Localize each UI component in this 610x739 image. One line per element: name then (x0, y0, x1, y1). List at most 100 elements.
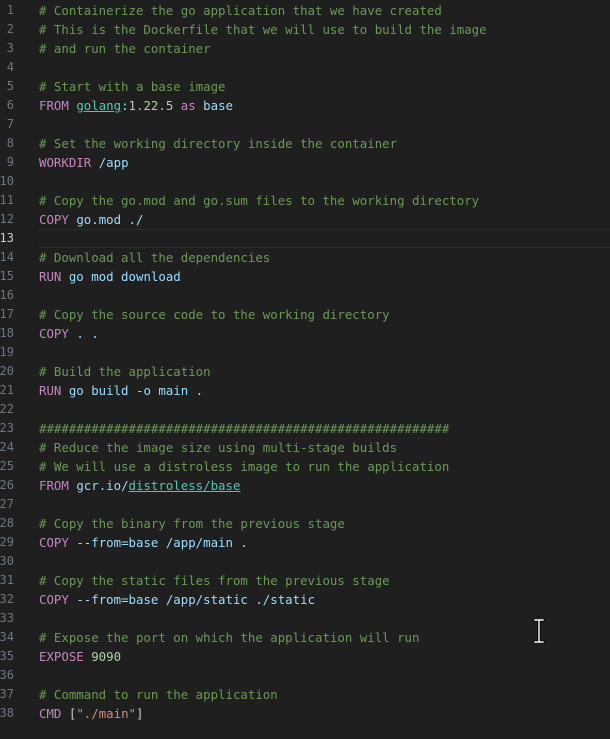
code-token: # Containerize the go application that w… (39, 3, 442, 18)
code-line[interactable]: FROM golang:1.22.5 as base (39, 96, 610, 115)
code-token: COPY (39, 592, 77, 607)
line-number: 4 (6, 60, 14, 74)
line-number: 13 (0, 231, 14, 245)
code-line[interactable] (39, 609, 610, 628)
code-token: . . (76, 326, 99, 341)
code-line[interactable]: # Containerize the go application that w… (39, 1, 610, 20)
code-line[interactable]: COPY . . (39, 324, 610, 343)
code-line[interactable]: # Copy the go.mod and go.sum files to th… (39, 191, 610, 210)
code-token: # Copy the static files from the previou… (39, 573, 390, 588)
line-number: 38 (0, 706, 14, 720)
code-line[interactable]: COPY --from=base /app/static ./static (39, 590, 610, 609)
line-number: 12 (0, 212, 14, 226)
code-token: FROM (39, 478, 77, 493)
line-number: 3 (6, 41, 14, 55)
code-line[interactable]: EXPOSE 9090 (39, 647, 610, 666)
code-token: go mod download (68, 269, 181, 284)
line-number: 7 (6, 117, 14, 131)
code-token: # Start with a base image (39, 79, 226, 94)
code-line[interactable] (39, 343, 610, 362)
code-line[interactable] (39, 400, 610, 419)
code-line[interactable]: # Command to run the application (39, 685, 610, 704)
line-number: 18 (0, 326, 14, 340)
code-line[interactable]: # This is the Dockerfile that we will us… (39, 20, 610, 39)
code-line[interactable]: # Start with a base image (39, 77, 610, 96)
code-line[interactable]: # Set the working directory inside the c… (39, 134, 610, 153)
line-number: 30 (0, 554, 14, 568)
code-line[interactable]: CMD ["./main"] (39, 704, 610, 723)
line-number: 16 (0, 288, 14, 302)
code-line[interactable]: COPY go.mod ./ (39, 210, 610, 229)
code-token[interactable]: distroless/base (129, 478, 241, 493)
code-token: 9090 (91, 649, 122, 664)
line-number: 25 (0, 459, 14, 473)
line-number: 5 (6, 79, 14, 93)
code-line[interactable]: RUN go mod download (39, 267, 610, 286)
code-token: # This is the Dockerfile that we will us… (39, 22, 487, 37)
line-number: 10 (0, 174, 14, 188)
code-line[interactable]: WORKDIR /app (39, 153, 610, 172)
code-token: # Build the application (39, 364, 211, 379)
line-number: 15 (0, 269, 14, 283)
code-line[interactable] (39, 552, 610, 571)
line-number: 22 (0, 402, 14, 416)
line-number: 14 (0, 250, 14, 264)
code-token: # Download all the dependencies (39, 250, 271, 265)
code-token[interactable]: golang (76, 98, 121, 113)
code-line[interactable]: # Copy the binary from the previous stag… (39, 514, 610, 533)
code-line[interactable]: # Copy the static files from the previou… (39, 571, 610, 590)
code-line[interactable]: COPY --from=base /app/main . (39, 533, 610, 552)
line-number: 35 (0, 649, 14, 663)
code-line[interactable] (39, 666, 610, 685)
code-line[interactable] (39, 172, 610, 191)
code-token: "./main" (76, 706, 136, 721)
code-line[interactable] (39, 115, 610, 134)
line-number: 23 (0, 421, 14, 435)
line-number: 1 (6, 3, 14, 17)
line-number: 11 (0, 193, 14, 207)
code-line[interactable] (39, 495, 610, 514)
code-line[interactable]: ########################################… (39, 419, 610, 438)
code-token: # Copy the go.mod and go.sum files to th… (39, 193, 480, 208)
code-line[interactable] (39, 286, 610, 305)
code-line[interactable]: # Build the application (39, 362, 610, 381)
code-line[interactable] (39, 229, 610, 248)
code-line[interactable]: # Download all the dependencies (39, 248, 610, 267)
code-token: COPY (39, 326, 77, 341)
code-token: RUN (39, 383, 69, 398)
code-token: ] (136, 706, 144, 721)
code-line[interactable]: # Copy the source code to the working di… (39, 305, 610, 324)
line-number: 21 (0, 383, 14, 397)
line-number: 33 (0, 611, 14, 625)
line-number: 36 (0, 668, 14, 682)
line-number: 8 (6, 136, 14, 150)
line-number-gutter: 1 2 3 4 5 6 7 8 9 10 11 12 13 14 15 16 17 18 19 20 21 22 23 24 2… (0, 0, 34, 739)
code-line[interactable]: RUN go build -o main . (39, 381, 610, 400)
code-area[interactable]: # Containerize the go application that w… (39, 0, 610, 739)
code-token: # Copy the binary from the previous stag… (39, 516, 345, 531)
text-ibeam-cursor-icon (533, 619, 545, 643)
line-number: 17 (0, 307, 14, 321)
code-editor[interactable]: 1 2 3 4 5 6 7 8 9 10 11 12 13 14 15 16 17 18 19 20 21 22 23 24 2… (0, 0, 610, 739)
code-token: as (180, 98, 196, 113)
code-line[interactable]: # We will use a distroless image to run … (39, 457, 610, 476)
code-token: # Copy the source code to the working di… (39, 307, 390, 322)
code-line[interactable]: FROM gcr.io/distroless/base (39, 476, 610, 495)
line-number: 20 (0, 364, 14, 378)
line-number: 24 (0, 440, 14, 454)
code-token: FROM (39, 98, 77, 113)
line-number: 34 (0, 630, 14, 644)
code-token: # Reduce the image size using multi-stag… (39, 440, 398, 455)
code-line[interactable] (39, 58, 610, 77)
code-line[interactable]: # Expose the port on which the applicati… (39, 628, 610, 647)
line-number: 9 (6, 155, 14, 169)
code-token: /app (98, 155, 129, 170)
line-number: 37 (0, 687, 14, 701)
code-token: --from=base /app/main . (76, 535, 248, 550)
code-token: # Command to run the application (39, 687, 278, 702)
code-line[interactable]: # Reduce the image size using multi-stag… (39, 438, 610, 457)
code-token: EXPOSE (39, 649, 92, 664)
line-number: 31 (0, 573, 14, 587)
code-line[interactable]: # and run the container (39, 39, 610, 58)
